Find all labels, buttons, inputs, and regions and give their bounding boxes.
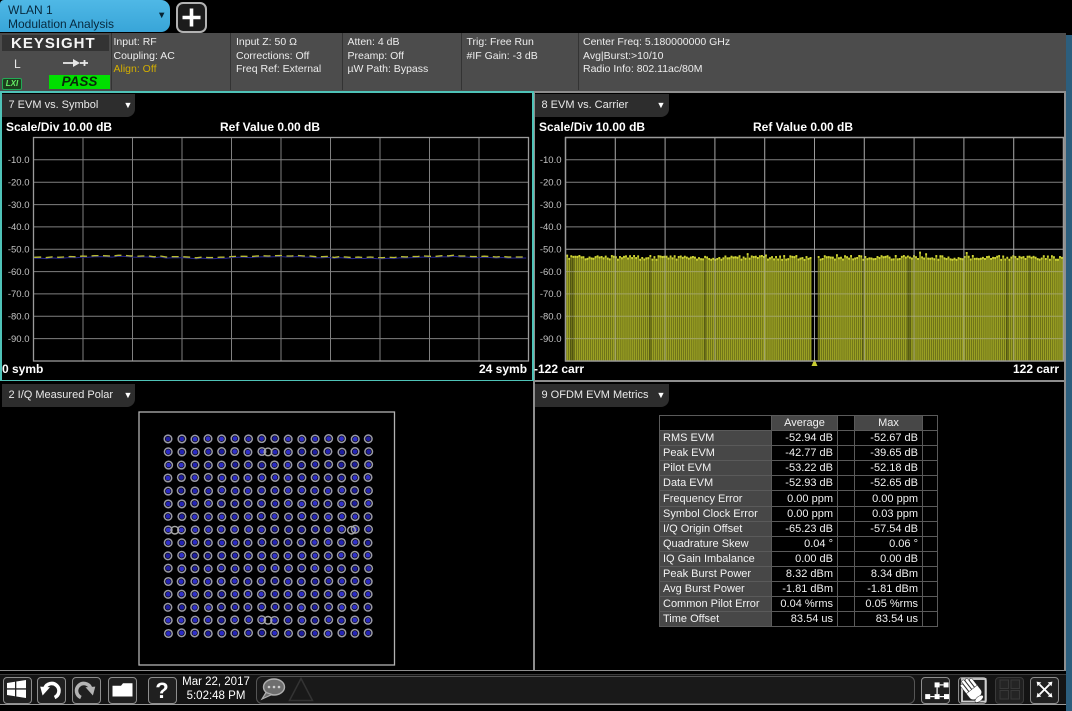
svg-text:-60.0: -60.0 [540, 267, 562, 278]
svg-text:-30.0: -30.0 [540, 200, 562, 211]
svg-text:-40.0: -40.0 [540, 222, 562, 233]
svg-text:-90.0: -90.0 [540, 334, 562, 345]
svg-text:-70.0: -70.0 [540, 289, 562, 300]
svg-text:?: ? [155, 678, 168, 703]
svg-text:-20.0: -20.0 [540, 177, 562, 188]
svg-text:-50.0: -50.0 [540, 244, 562, 255]
svg-text:-80.0: -80.0 [540, 312, 562, 323]
svg-text:-10.0: -10.0 [540, 155, 562, 166]
